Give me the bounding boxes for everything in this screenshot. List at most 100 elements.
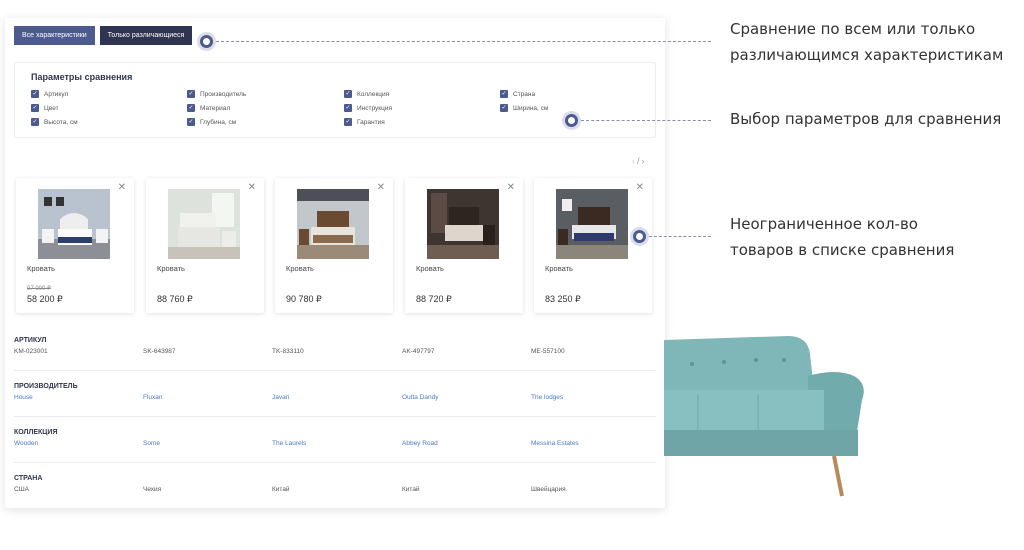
- spec-link[interactable]: The Laurels: [272, 440, 306, 447]
- spec-link[interactable]: Javari: [272, 394, 289, 401]
- param-country[interactable]: ✓ Страна: [500, 90, 535, 98]
- param-width[interactable]: ✓ Ширина, см: [500, 104, 548, 112]
- bed-image: [168, 189, 240, 259]
- callout-text: различающимся характеристикам: [730, 46, 1004, 64]
- param-manufacturer[interactable]: ✓ Производитель: [187, 90, 246, 98]
- spec-article: Артикул KM-023001 SK-643987 TK-833110 AK…: [14, 337, 656, 371]
- comparison-parameters: Параметры сравнения ✓ Артикул ✓ Производит…: [14, 62, 656, 138]
- checkbox-checked-icon: ✓: [187, 104, 195, 112]
- product-pager: ‹/›: [632, 156, 647, 166]
- checkbox-checked-icon: ✓: [500, 104, 508, 112]
- callout-unlimited: Неограниченное кол-во товаров в списке с…: [730, 211, 954, 263]
- callout-comparison-mode: Сравнение по всем или только различающим…: [730, 16, 1003, 68]
- checkbox-checked-icon: ✓: [500, 90, 508, 98]
- spec-link[interactable]: Wooden: [14, 440, 38, 447]
- param-label: Цвет: [44, 104, 59, 112]
- only-different-button[interactable]: Только различающиеся: [99, 26, 193, 45]
- checkbox-checked-icon: ✓: [187, 118, 195, 126]
- spec-heading: Производитель: [14, 383, 78, 390]
- param-label: Коллекция: [357, 90, 390, 98]
- callout-text: Сравнение по всем или только: [730, 20, 976, 38]
- spec-value: TK-833110: [272, 348, 304, 355]
- spec-value: ME-557100: [531, 348, 565, 355]
- param-material[interactable]: ✓ Материал: [187, 104, 230, 112]
- checkbox-checked-icon: ✓: [344, 118, 352, 126]
- all-characteristics-button[interactable]: Все характеристики: [14, 26, 95, 45]
- product-name[interactable]: Кровать: [416, 264, 444, 273]
- comparison-mode-toggle: Все характеристики Только различающиеся: [14, 26, 193, 45]
- bed-image: [38, 189, 110, 259]
- spec-value: Чехия: [143, 486, 162, 493]
- close-icon[interactable]: ✕: [248, 182, 256, 193]
- param-label: Артикул: [44, 90, 69, 98]
- spec-heading: Коллекция: [14, 429, 58, 436]
- product-card[interactable]: ✕ Кровать 90 780 ₽: [275, 178, 393, 313]
- spec-link[interactable]: Fluxan: [143, 394, 163, 401]
- spec-link[interactable]: Messina Estates: [531, 440, 579, 447]
- product-card[interactable]: ✕ Кровать 83 250 ₽: [534, 178, 652, 313]
- spec-value: SK-643987: [143, 348, 176, 355]
- callout-text: Неограниченное кол-во: [730, 215, 918, 233]
- callout-marker: [565, 114, 578, 127]
- product-name[interactable]: Кровать: [286, 264, 314, 273]
- divider: [14, 416, 656, 417]
- checkbox-checked-icon: ✓: [344, 90, 352, 98]
- param-collection[interactable]: ✓ Коллекция: [344, 90, 389, 98]
- callout-text: товаров в списке сравнения: [730, 241, 955, 259]
- spec-link[interactable]: House: [14, 394, 33, 401]
- checkbox-checked-icon: ✓: [344, 104, 352, 112]
- comparison-panel: Все характеристики Только различающиеся …: [5, 18, 665, 508]
- bed-image: [556, 189, 628, 259]
- param-height[interactable]: ✓ Высота, см: [31, 118, 78, 126]
- close-icon[interactable]: ✕: [118, 182, 126, 193]
- product-price: 83 250 ₽: [545, 294, 581, 304]
- param-instruction[interactable]: ✓ Инструкция: [344, 104, 392, 112]
- product-price: 88 760 ₽: [157, 294, 193, 304]
- param-label: Материал: [200, 104, 231, 112]
- callout-marker: [633, 230, 646, 243]
- spec-value: Китай: [402, 486, 420, 493]
- callout-line: [649, 236, 711, 237]
- callout-parameters: Выбор параметров для сравнения: [730, 106, 1001, 132]
- product-price: 88 720 ₽: [416, 294, 452, 304]
- close-icon[interactable]: ✕: [377, 182, 385, 193]
- product-price: 90 780 ₽: [286, 294, 322, 304]
- chevron-right-icon[interactable]: ›: [642, 156, 647, 166]
- bed-image: [297, 189, 369, 259]
- param-warranty[interactable]: ✓ Гарантия: [344, 118, 385, 126]
- product-price: 58 200 ₽: [27, 294, 63, 304]
- spec-link[interactable]: Outta Dandy: [402, 394, 439, 401]
- checkbox-checked-icon: ✓: [31, 104, 39, 112]
- param-label: Инструкция: [357, 104, 392, 112]
- spec-collection: Коллекция Wooden Some The Laurels Abbey …: [14, 429, 656, 463]
- spec-value: Швейцария: [531, 486, 566, 493]
- spec-link[interactable]: Some: [143, 440, 160, 447]
- close-icon[interactable]: ✕: [507, 182, 515, 193]
- param-article[interactable]: ✓ Артикул: [31, 90, 68, 98]
- product-name[interactable]: Кровать: [157, 264, 185, 273]
- spec-value: KM-023001: [14, 348, 48, 355]
- spec-country: Страна США Чехия Китай Китай Швейцария: [14, 475, 656, 498]
- callout-line: [581, 120, 711, 121]
- product-card[interactable]: ✕ Кровать 97 000 ₽ 58 200 ₽: [16, 178, 134, 313]
- spec-value: AK-497797: [402, 348, 435, 355]
- callout-marker: [200, 35, 213, 48]
- product-name[interactable]: Кровать: [27, 264, 55, 273]
- param-label: Ширина, см: [513, 104, 549, 112]
- spec-link[interactable]: Abbey Road: [402, 440, 438, 447]
- param-depth[interactable]: ✓ Глубина, см: [187, 118, 236, 126]
- product-old-price: 97 000 ₽: [27, 286, 51, 292]
- callout-line: [216, 41, 711, 42]
- checkbox-checked-icon: ✓: [31, 90, 39, 98]
- callout-text: Выбор параметров для сравнения: [730, 110, 1002, 128]
- product-name[interactable]: Кровать: [545, 264, 573, 273]
- param-color[interactable]: ✓ Цвет: [31, 104, 59, 112]
- divider: [14, 370, 656, 371]
- product-card[interactable]: ✕ Кровать 88 720 ₽: [405, 178, 523, 313]
- spec-manufacturer: Производитель House Fluxan Javari Outta …: [14, 383, 656, 417]
- sofa-illustration: [664, 336, 864, 497]
- close-icon[interactable]: ✕: [636, 182, 644, 193]
- spec-heading: Страна: [14, 475, 43, 482]
- spec-link[interactable]: The lodges: [531, 394, 563, 401]
- product-card[interactable]: ✕ Кровать 88 760 ₽: [146, 178, 264, 313]
